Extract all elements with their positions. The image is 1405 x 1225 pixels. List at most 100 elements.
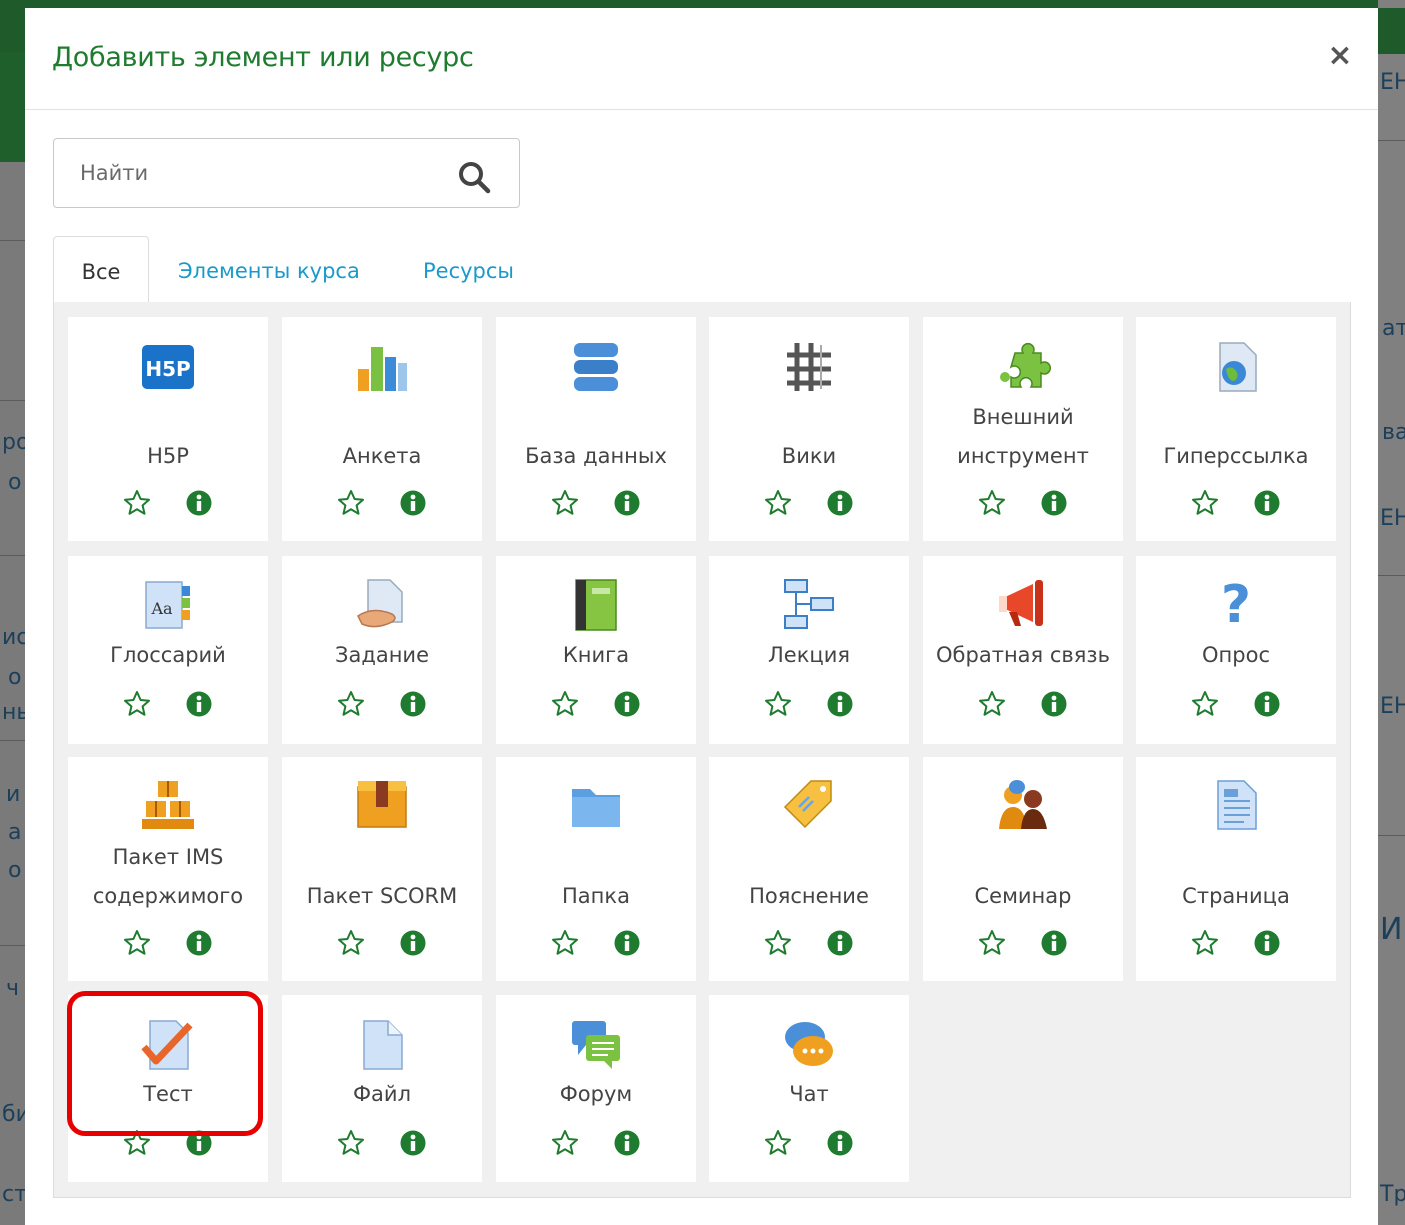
activity-tile-h5p[interactable]: H5P H5P — [68, 317, 268, 541]
svg-text:Aa: Aa — [150, 599, 173, 618]
label-tag-icon — [783, 780, 832, 829]
star-icon[interactable] — [551, 1129, 579, 1157]
info-icon[interactable] — [614, 691, 640, 717]
activity-label: Семинар — [974, 884, 1072, 908]
info-icon[interactable] — [186, 691, 212, 717]
activity-tile-page[interactable]: Страница — [1136, 757, 1336, 981]
activity-tile-book[interactable]: Книга — [496, 556, 696, 744]
activity-label: Форум — [559, 1082, 633, 1106]
background-text: ЕН — [1380, 694, 1405, 719]
star-icon[interactable] — [978, 690, 1006, 718]
tab-activities[interactable]: Элементы курса — [178, 236, 360, 303]
activity-tile-assignment[interactable]: Задание — [282, 556, 482, 744]
search-icon[interactable] — [456, 159, 492, 195]
info-icon[interactable] — [614, 1130, 640, 1156]
info-icon[interactable] — [614, 930, 640, 956]
activity-tile-megaphone[interactable]: Обратная связь — [923, 556, 1123, 744]
star-icon[interactable] — [337, 690, 365, 718]
activity-tile-folder[interactable]: Папка — [496, 757, 696, 981]
activity-label: Анкета — [342, 444, 422, 468]
star-icon[interactable] — [1191, 489, 1219, 517]
activity-label: База данных — [525, 444, 667, 468]
background-text: И — [1380, 912, 1403, 947]
background-right-strip — [1378, 0, 1405, 1225]
info-icon[interactable] — [186, 490, 212, 516]
star-icon[interactable] — [551, 929, 579, 957]
wiki-icon — [787, 343, 831, 391]
info-icon[interactable] — [1254, 930, 1280, 956]
activity-tile-ims-package[interactable]: Пакет IMS содержимого — [68, 757, 268, 981]
info-icon[interactable] — [827, 490, 853, 516]
close-button[interactable]: × — [1325, 38, 1355, 74]
info-icon[interactable] — [1041, 490, 1067, 516]
svg-text:H5P: H5P — [145, 357, 190, 381]
star-icon[interactable] — [337, 489, 365, 517]
activity-tile-wiki[interactable]: Вики — [709, 317, 909, 541]
star-icon[interactable] — [764, 1129, 792, 1157]
star-icon[interactable] — [764, 489, 792, 517]
background-divider — [0, 945, 25, 946]
activity-label: инструмент — [957, 444, 1089, 468]
activity-label: Тест — [143, 1082, 193, 1106]
activity-label: Лекция — [768, 643, 850, 667]
info-icon[interactable] — [400, 930, 426, 956]
info-icon[interactable] — [1041, 930, 1067, 956]
star-icon[interactable] — [978, 489, 1006, 517]
modal-title: Добавить элемент или ресурс — [52, 42, 474, 73]
activity-tile-lesson[interactable]: Лекция — [709, 556, 909, 744]
info-icon[interactable] — [186, 930, 212, 956]
activity-tile-forum-bubbles[interactable]: Форум — [496, 995, 696, 1182]
background-sidebar-strip — [0, 52, 25, 162]
star-icon[interactable] — [551, 690, 579, 718]
info-icon[interactable] — [827, 930, 853, 956]
star-icon[interactable] — [1191, 929, 1219, 957]
activity-tile-label-tag[interactable]: Пояснение — [709, 757, 909, 981]
search-input[interactable] — [80, 155, 440, 191]
activity-tile-question-mark[interactable]: ? Опрос — [1136, 556, 1336, 744]
quiz-checkmark-icon — [141, 1020, 193, 1070]
activity-tile-database[interactable]: База данных — [496, 317, 696, 541]
background-divider — [1378, 835, 1405, 836]
star-icon[interactable] — [1191, 690, 1219, 718]
activity-tile-workshop-people[interactable]: Семинар — [923, 757, 1123, 981]
info-icon[interactable] — [1254, 691, 1280, 717]
background-right-navbar — [1378, 8, 1405, 54]
svg-text:?: ? — [1221, 576, 1251, 632]
star-icon[interactable] — [764, 690, 792, 718]
info-icon[interactable] — [827, 691, 853, 717]
activity-tile-glossary[interactable]: Aa Глоссарий — [68, 556, 268, 744]
info-icon[interactable] — [400, 490, 426, 516]
activity-tile-survey-chart[interactable]: Анкета — [282, 317, 482, 541]
star-icon[interactable] — [123, 929, 151, 957]
background-text: ЕН — [1380, 70, 1405, 95]
info-icon[interactable] — [827, 1130, 853, 1156]
info-icon[interactable] — [400, 1130, 426, 1156]
star-icon[interactable] — [551, 489, 579, 517]
tab-resources[interactable]: Ресурсы — [423, 236, 514, 303]
activity-label: Гиперссылка — [1163, 444, 1309, 468]
activity-tile-quiz-checkmark[interactable]: Тест — [68, 995, 268, 1182]
star-icon[interactable] — [337, 1129, 365, 1157]
star-icon[interactable] — [337, 929, 365, 957]
info-icon[interactable] — [614, 490, 640, 516]
activity-tile-puzzle-piece[interactable]: Внешний инструмент — [923, 317, 1123, 541]
info-icon[interactable] — [1041, 691, 1067, 717]
info-icon[interactable] — [186, 1130, 212, 1156]
activity-tile-scorm-box[interactable]: Пакет SCORM — [282, 757, 482, 981]
info-icon[interactable] — [1254, 490, 1280, 516]
database-icon — [574, 343, 618, 391]
star-icon[interactable] — [123, 489, 151, 517]
activity-tile-url-globe[interactable]: Гиперссылка — [1136, 317, 1336, 541]
star-icon[interactable] — [764, 929, 792, 957]
star-icon[interactable] — [123, 1129, 151, 1157]
background-text: ст — [2, 1182, 27, 1207]
tab-all[interactable]: Все — [53, 236, 149, 304]
info-icon[interactable] — [400, 691, 426, 717]
search-box — [53, 138, 520, 208]
star-icon[interactable] — [978, 929, 1006, 957]
background-text: Тр — [1380, 1182, 1405, 1207]
activity-tile-file[interactable]: Файл — [282, 995, 482, 1182]
activity-tile-chat-bubbles[interactable]: Чат — [709, 995, 909, 1182]
tab-bar: Все Элементы курса Ресурсы — [53, 236, 1351, 304]
star-icon[interactable] — [123, 690, 151, 718]
